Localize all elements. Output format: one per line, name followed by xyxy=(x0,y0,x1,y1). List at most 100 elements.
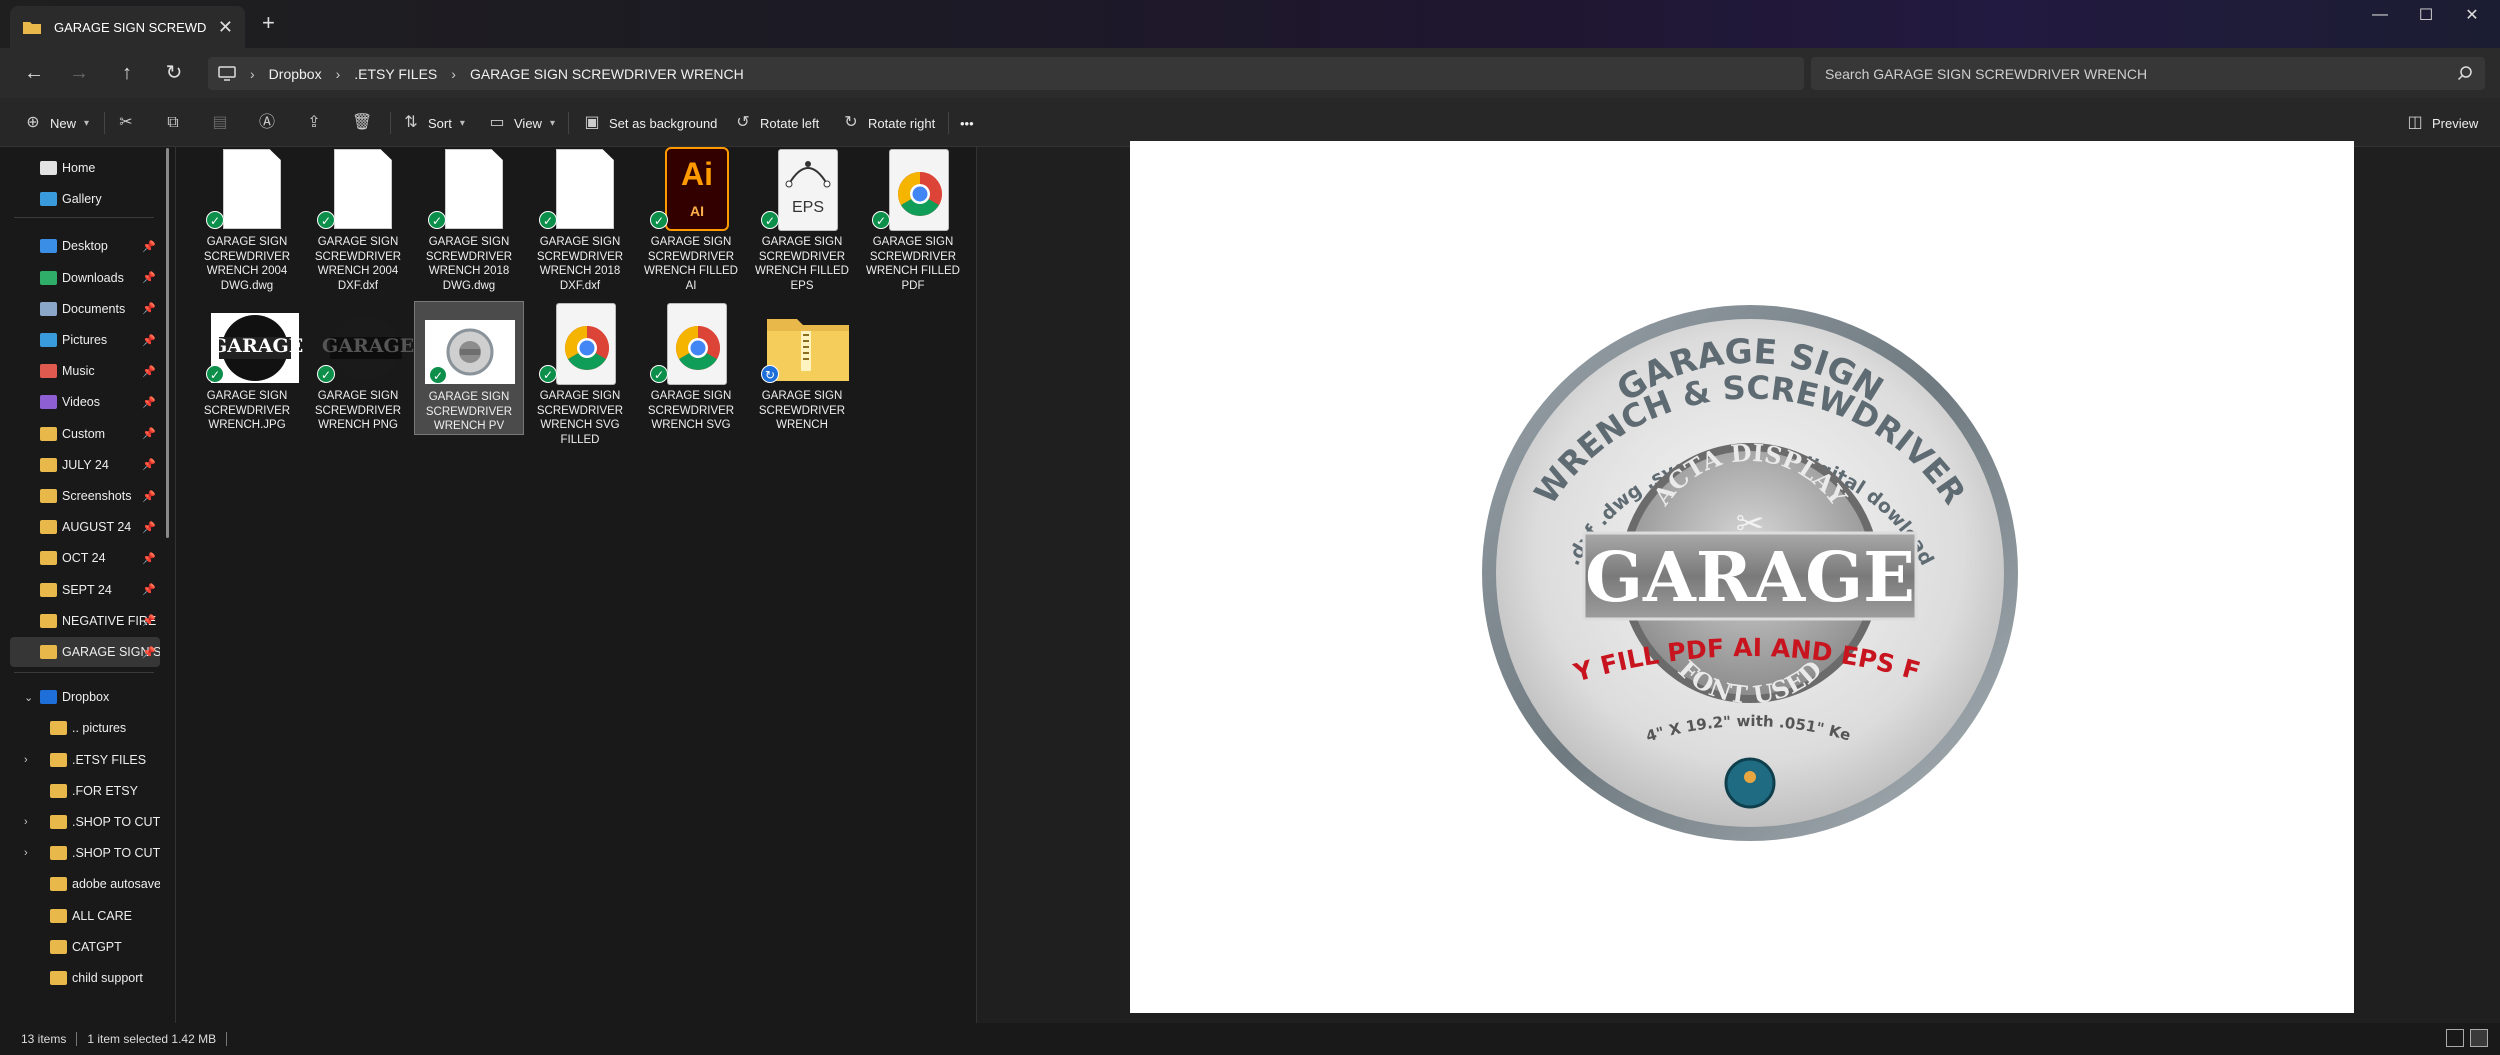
up-arrow-icon[interactable]: ↑ xyxy=(115,61,139,85)
more-options-button[interactable]: ••• xyxy=(960,110,974,136)
sidebar-item[interactable]: Documents 📌 xyxy=(10,294,160,324)
sidebar-item[interactable]: › .SHOP TO CUT - ( xyxy=(10,838,160,868)
chevron-down-icon[interactable]: ⌄ xyxy=(24,691,33,704)
minimize-button[interactable]: — xyxy=(2357,0,2403,30)
tab-current-folder[interactable]: GARAGE SIGN SCREWDRIVER ✕ xyxy=(10,6,245,48)
view-button[interactable]: ▭ View ▾ xyxy=(488,110,555,136)
brand-logo-mark xyxy=(1744,771,1756,783)
sidebar-item[interactable]: Desktop 📌 xyxy=(10,231,160,261)
synced-check-icon: ✓ xyxy=(872,211,890,229)
set-as-background-button[interactable]: ▣ Set as background xyxy=(583,110,717,136)
search-input[interactable]: Search GARAGE SIGN SCREWDRIVER WRENCH xyxy=(1811,57,2485,90)
breadcrumb-current-folder[interactable]: GARAGE SIGN SCREWDRIVER WRENCH xyxy=(470,66,744,82)
sidebar-item[interactable]: Pictures 📌 xyxy=(10,325,160,355)
delete-button[interactable]: 🗑 xyxy=(352,110,372,136)
sidebar-item[interactable]: NEGATIVE FIRE I 📌 xyxy=(10,606,160,636)
pin-icon: 📌 xyxy=(142,646,156,659)
sidebar-item[interactable]: › .SHOP TO CUT xyxy=(10,807,160,837)
file-item[interactable]: Ai AI ✓ GARAGE SIGN SCREWDRIVER WRENCH FILL… xyxy=(636,147,746,293)
pin-icon: 📌 xyxy=(142,615,156,628)
sidebar-item[interactable]: Custom 📌 xyxy=(10,419,160,449)
breadcrumb-dropbox[interactable]: Dropbox xyxy=(269,66,322,82)
sidebar-item[interactable]: .. pictures xyxy=(10,713,160,743)
rotate-left-icon: ↺ xyxy=(736,114,750,131)
chevron-right-icon[interactable]: › xyxy=(24,816,28,828)
sort-label: Sort xyxy=(428,115,452,131)
file-item[interactable]: EPS ✓ GARAGE SIGN SCREWDRIVER WRENCH FILLE… xyxy=(747,147,857,293)
file-item[interactable]: ✓ GARAGE SIGN SCREWDRIVER WRENCH FILLED P… xyxy=(858,147,968,293)
file-item[interactable]: ✓ GARAGE SIGN SCREWDRIVER WRENCH 2004 DWG… xyxy=(192,147,302,293)
tiles-view-icon[interactable] xyxy=(2470,1029,2488,1047)
file-item[interactable]: ✓ GARAGE SIGN SCREWDRIVER WRENCH 2018 DXF… xyxy=(525,147,635,293)
file-item[interactable]: ✓ GARAGE SIGN SCREWDRIVER WRENCH PV xyxy=(414,301,524,435)
cut-button[interactable]: ✂ xyxy=(117,110,135,136)
details-view-icon[interactable] xyxy=(2446,1029,2464,1047)
sidebar-item[interactable]: SEPT 24 📌 xyxy=(10,575,160,605)
sidebar-item[interactable]: Screenshots 📌 xyxy=(10,481,160,511)
close-tab-icon[interactable]: ✕ xyxy=(218,17,233,38)
sidebar-item[interactable]: Home xyxy=(10,153,160,183)
pin-icon: 📌 xyxy=(142,459,156,472)
new-tab-button[interactable]: + xyxy=(262,10,275,36)
title-bar: GARAGE SIGN SCREWDRIVER ✕ + — ☐ ✕ xyxy=(0,0,2500,48)
maximize-button[interactable]: ☐ xyxy=(2403,0,2449,30)
file-item[interactable]: ✓ GARAGE SIGN SCREWDRIVER WRENCH 2018 DWG… xyxy=(414,147,524,293)
sort-button[interactable]: ⇅ Sort ▾ xyxy=(402,110,465,136)
sidebar-item[interactable]: .FOR ETSY xyxy=(10,776,160,806)
file-item[interactable]: ✓ GARAGE SIGN SCREWDRIVER WRENCH 2004 DXF… xyxy=(303,147,413,293)
document-icon xyxy=(556,149,614,229)
breadcrumb-etsy-files[interactable]: .ETSY FILES xyxy=(354,66,437,82)
chevron-right-icon[interactable]: › xyxy=(24,847,28,859)
file-item[interactable]: ✓ GARAGE SIGN SCREWDRIVER WRENCH SVG FILL… xyxy=(525,301,635,447)
address-bar[interactable]: › Dropbox › .ETSY FILES › GARAGE SIGN SC… xyxy=(208,57,1804,90)
sidebar-item[interactable]: JULY 24 📌 xyxy=(10,450,160,480)
sidebar-item[interactable]: Music 📌 xyxy=(10,356,160,386)
sign-center-text: GARAGE xyxy=(1585,538,1915,618)
file-item[interactable]: GARAGE ✓ GARAGE SIGN SCREWDRIVER WRENCH PN… xyxy=(303,301,414,433)
close-window-button[interactable]: ✕ xyxy=(2449,0,2495,30)
sidebar-item[interactable]: Downloads 📌 xyxy=(10,263,160,293)
synced-check-icon: ✓ xyxy=(429,366,447,384)
file-item[interactable]: ↻ GARAGE SIGN SCREWDRIVER WRENCH xyxy=(747,301,857,433)
sidebar-item[interactable]: ALL CARE xyxy=(10,901,160,931)
folder-icon xyxy=(40,613,57,628)
chevron-right-icon[interactable]: › xyxy=(24,754,28,766)
new-label: New xyxy=(50,115,77,131)
chevron-right-icon: › xyxy=(250,65,255,82)
sidebar-item-label: child support xyxy=(72,971,143,985)
file-thumbnail: ✓ xyxy=(636,301,746,389)
search-icon[interactable] xyxy=(2457,65,2473,81)
sidebar-item-label: SEPT 24 xyxy=(62,582,112,597)
eps-file-icon: EPS xyxy=(778,149,838,231)
back-arrow-icon[interactable]: ← xyxy=(22,61,46,85)
rotate-left-button[interactable]: ↺ Rotate left xyxy=(734,110,819,136)
rename-button[interactable]: Ⓐ xyxy=(258,110,276,136)
sidebar-item[interactable]: CATGPT xyxy=(10,932,160,962)
sidebar-item[interactable]: OCT 24 📌 xyxy=(10,543,160,573)
sidebar-item[interactable]: child support xyxy=(10,963,160,993)
rotate-right-button[interactable]: ↻ Rotate right xyxy=(842,110,935,136)
paste-button[interactable]: ▤ xyxy=(211,110,229,136)
refresh-icon[interactable]: ↻ xyxy=(162,61,186,85)
sidebar-item[interactable]: AUGUST 24 📌 xyxy=(10,512,160,542)
sidebar-item[interactable]: Gallery xyxy=(10,184,160,214)
folder-icon xyxy=(50,908,67,923)
copy-button[interactable]: ⧉ xyxy=(164,110,182,136)
sidebar-item[interactable]: Videos 📌 xyxy=(10,387,160,417)
file-name: GARAGE SIGN SCREWDRIVER WRENCH 2018 DWG.… xyxy=(425,236,513,292)
folder-icon xyxy=(40,239,57,254)
sidebar-item-label: JULY 24 xyxy=(62,457,109,472)
sidebar-item[interactable]: ⌄ Dropbox xyxy=(10,682,160,712)
new-button[interactable]: ⊕ New ▾ xyxy=(24,110,89,136)
sidebar-item[interactable]: GARAGE SIGN S 📌 xyxy=(10,637,160,667)
forward-arrow-icon[interactable]: → xyxy=(67,61,91,85)
file-item[interactable]: ✓ GARAGE SIGN SCREWDRIVER WRENCH SVG xyxy=(636,301,746,433)
share-button[interactable]: ⇪ xyxy=(305,110,323,136)
sidebar-item[interactable]: adobe autosave xyxy=(10,869,160,899)
pin-icon: 📌 xyxy=(142,521,156,534)
preview-image: GARAGE SIGN WRENCH & SCREWDRIVER .dxf .d… xyxy=(1120,118,2354,1013)
preview-pane-button[interactable]: ◫ Preview xyxy=(2406,110,2478,136)
file-item[interactable]: GARAGE ✓ GARAGE SIGN SCREWDRIVER WRENCH.JP… xyxy=(192,301,303,433)
sidebar-item[interactable]: › .ETSY FILES xyxy=(10,745,160,775)
nav-scrollbar[interactable] xyxy=(166,148,169,538)
